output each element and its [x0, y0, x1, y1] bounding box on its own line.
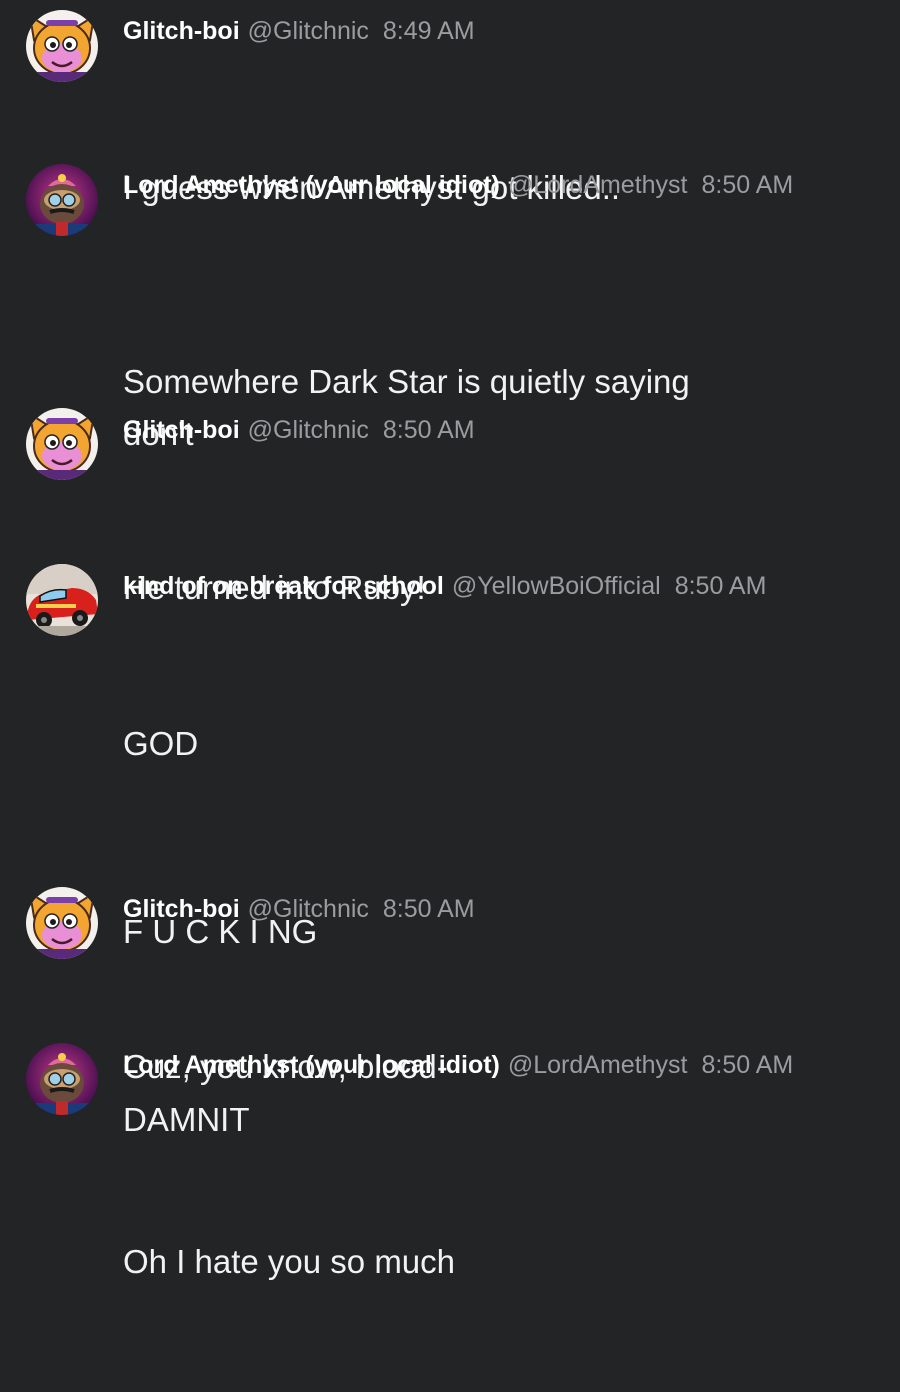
timestamp: 8:50 AM [674, 572, 767, 600]
author-handle[interactable]: @Glitchnic [248, 895, 369, 923]
timestamp: 8:49 AM [382, 17, 475, 45]
avatar[interactable] [26, 164, 98, 236]
timestamp: 8:50 AM [382, 895, 475, 923]
glitch-avatar-icon [26, 10, 98, 82]
author-name[interactable]: Glitch-boi [123, 895, 240, 923]
race-car-avatar-icon [26, 564, 98, 636]
author-handle[interactable]: @Glitchnic [248, 416, 369, 444]
timestamp: 8:50 AM [701, 171, 794, 199]
author-handle[interactable]: @LordAmethyst [508, 171, 688, 199]
glitch-avatar-icon [26, 408, 98, 480]
avatar[interactable] [26, 10, 98, 82]
avatar[interactable] [26, 1043, 98, 1115]
author-name[interactable]: Glitch-boi [123, 416, 240, 444]
author-handle[interactable]: @Glitchnic [248, 17, 369, 45]
avatar[interactable] [26, 564, 98, 636]
author-handle[interactable]: @YellowBoiOfficial [452, 572, 661, 600]
message-header: Glitch-boi @Glitchnic 8:49 AM [123, 12, 843, 50]
timestamp: 8:50 AM [701, 1051, 794, 1079]
avatar[interactable] [26, 887, 98, 959]
author-handle[interactable]: @LordAmethyst [508, 1051, 688, 1079]
message-line: Oh I hate you so much [123, 1243, 456, 1280]
message-header: Lord Amethyst (your local idiot) @LordAme… [123, 166, 843, 204]
message-text: Oh I hate you so much [123, 1132, 823, 1392]
author-name[interactable]: Lord Amethyst (your local idiot) [123, 171, 500, 199]
amethyst-avatar-icon [26, 1043, 98, 1115]
author-name[interactable]: Lord Amethyst (your local idiot) [123, 1051, 500, 1079]
author-name[interactable]: kind of on break for school [123, 572, 444, 600]
message-header: kind of on break for school @YellowBoiOff… [123, 567, 883, 605]
message-header: Lord Amethyst (your local idiot) @LordAme… [123, 1046, 843, 1084]
amethyst-avatar-icon [26, 164, 98, 236]
message-line: GOD [123, 725, 199, 762]
author-name[interactable]: Glitch-boi [123, 17, 240, 45]
avatar[interactable] [26, 408, 98, 480]
message-header: Glitch-boi @Glitchnic 8:50 AM [123, 890, 843, 928]
glitch-avatar-icon [26, 887, 98, 959]
timestamp: 8:50 AM [382, 416, 475, 444]
message-header: Glitch-boi @Glitchnic 8:50 AM [123, 411, 843, 449]
